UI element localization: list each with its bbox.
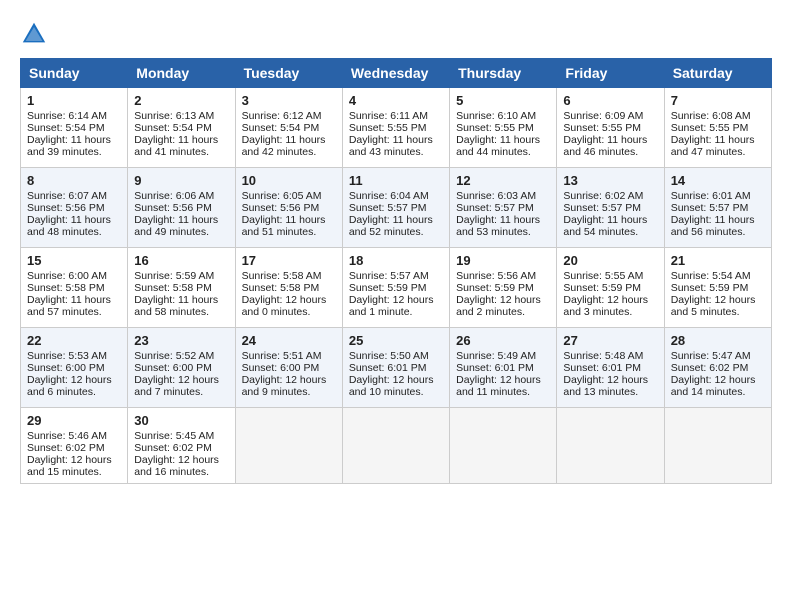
day-number: 9 [134,173,228,188]
calendar-cell: 23Sunrise: 5:52 AMSunset: 6:00 PMDayligh… [128,328,235,408]
calendar-header-wednesday: Wednesday [342,59,449,88]
day-number: 20 [563,253,657,268]
calendar-cell: 29Sunrise: 5:46 AMSunset: 6:02 PMDayligh… [21,408,128,484]
day-number: 10 [242,173,336,188]
day-number: 7 [671,93,765,108]
calendar-cell: 19Sunrise: 5:56 AMSunset: 5:59 PMDayligh… [450,248,557,328]
day-number: 1 [27,93,121,108]
logo [20,20,52,48]
calendar-cell: 11Sunrise: 6:04 AMSunset: 5:57 PMDayligh… [342,168,449,248]
calendar-cell: 30Sunrise: 5:45 AMSunset: 6:02 PMDayligh… [128,408,235,484]
header [20,20,772,48]
day-number: 19 [456,253,550,268]
calendar-cell: 8Sunrise: 6:07 AMSunset: 5:56 PMDaylight… [21,168,128,248]
calendar-header-friday: Friday [557,59,664,88]
day-number: 5 [456,93,550,108]
logo-icon [20,20,48,48]
calendar-header-tuesday: Tuesday [235,59,342,88]
day-number: 17 [242,253,336,268]
calendar-header-monday: Monday [128,59,235,88]
calendar-cell: 20Sunrise: 5:55 AMSunset: 5:59 PMDayligh… [557,248,664,328]
day-number: 6 [563,93,657,108]
calendar-week-row: 8Sunrise: 6:07 AMSunset: 5:56 PMDaylight… [21,168,772,248]
page: SundayMondayTuesdayWednesdayThursdayFrid… [0,0,792,494]
calendar-cell: 7Sunrise: 6:08 AMSunset: 5:55 PMDaylight… [664,88,771,168]
calendar-header-saturday: Saturday [664,59,771,88]
calendar-cell [664,408,771,484]
day-number: 12 [456,173,550,188]
calendar-cell: 9Sunrise: 6:06 AMSunset: 5:56 PMDaylight… [128,168,235,248]
calendar-week-row: 1Sunrise: 6:14 AMSunset: 5:54 PMDaylight… [21,88,772,168]
calendar-week-row: 29Sunrise: 5:46 AMSunset: 6:02 PMDayligh… [21,408,772,484]
calendar-cell: 27Sunrise: 5:48 AMSunset: 6:01 PMDayligh… [557,328,664,408]
day-number: 22 [27,333,121,348]
calendar-cell: 3Sunrise: 6:12 AMSunset: 5:54 PMDaylight… [235,88,342,168]
day-number: 27 [563,333,657,348]
calendar-cell: 16Sunrise: 5:59 AMSunset: 5:58 PMDayligh… [128,248,235,328]
day-number: 26 [456,333,550,348]
calendar-cell: 2Sunrise: 6:13 AMSunset: 5:54 PMDaylight… [128,88,235,168]
calendar-cell: 17Sunrise: 5:58 AMSunset: 5:58 PMDayligh… [235,248,342,328]
day-number: 18 [349,253,443,268]
day-number: 2 [134,93,228,108]
day-number: 28 [671,333,765,348]
calendar-week-row: 15Sunrise: 6:00 AMSunset: 5:58 PMDayligh… [21,248,772,328]
calendar-cell: 25Sunrise: 5:50 AMSunset: 6:01 PMDayligh… [342,328,449,408]
calendar-cell: 14Sunrise: 6:01 AMSunset: 5:57 PMDayligh… [664,168,771,248]
calendar-cell: 13Sunrise: 6:02 AMSunset: 5:57 PMDayligh… [557,168,664,248]
calendar-header-thursday: Thursday [450,59,557,88]
day-number: 14 [671,173,765,188]
day-number: 4 [349,93,443,108]
calendar-week-row: 22Sunrise: 5:53 AMSunset: 6:00 PMDayligh… [21,328,772,408]
day-number: 29 [27,413,121,428]
day-number: 30 [134,413,228,428]
calendar-cell [557,408,664,484]
day-number: 13 [563,173,657,188]
calendar-cell: 12Sunrise: 6:03 AMSunset: 5:57 PMDayligh… [450,168,557,248]
day-number: 8 [27,173,121,188]
calendar-cell [450,408,557,484]
calendar-header-sunday: Sunday [21,59,128,88]
day-number: 15 [27,253,121,268]
calendar-cell: 18Sunrise: 5:57 AMSunset: 5:59 PMDayligh… [342,248,449,328]
day-number: 24 [242,333,336,348]
calendar-cell: 15Sunrise: 6:00 AMSunset: 5:58 PMDayligh… [21,248,128,328]
calendar-cell: 28Sunrise: 5:47 AMSunset: 6:02 PMDayligh… [664,328,771,408]
calendar-cell: 24Sunrise: 5:51 AMSunset: 6:00 PMDayligh… [235,328,342,408]
day-number: 23 [134,333,228,348]
calendar-cell: 21Sunrise: 5:54 AMSunset: 5:59 PMDayligh… [664,248,771,328]
day-number: 21 [671,253,765,268]
calendar-cell [342,408,449,484]
calendar-cell: 6Sunrise: 6:09 AMSunset: 5:55 PMDaylight… [557,88,664,168]
calendar-cell [235,408,342,484]
calendar-cell: 22Sunrise: 5:53 AMSunset: 6:00 PMDayligh… [21,328,128,408]
calendar-cell: 1Sunrise: 6:14 AMSunset: 5:54 PMDaylight… [21,88,128,168]
calendar-header-row: SundayMondayTuesdayWednesdayThursdayFrid… [21,59,772,88]
calendar-cell: 10Sunrise: 6:05 AMSunset: 5:56 PMDayligh… [235,168,342,248]
calendar-cell: 5Sunrise: 6:10 AMSunset: 5:55 PMDaylight… [450,88,557,168]
day-number: 16 [134,253,228,268]
calendar: SundayMondayTuesdayWednesdayThursdayFrid… [20,58,772,484]
day-number: 25 [349,333,443,348]
calendar-cell: 26Sunrise: 5:49 AMSunset: 6:01 PMDayligh… [450,328,557,408]
calendar-cell: 4Sunrise: 6:11 AMSunset: 5:55 PMDaylight… [342,88,449,168]
day-number: 3 [242,93,336,108]
day-number: 11 [349,173,443,188]
